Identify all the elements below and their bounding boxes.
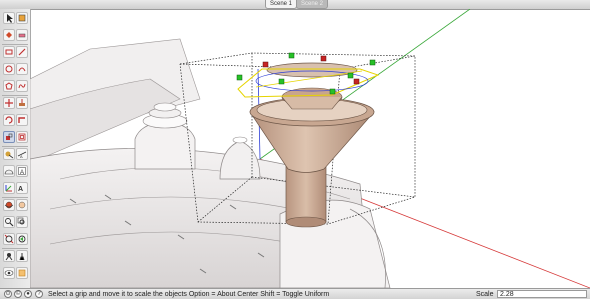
tool-tape-measure[interactable] — [3, 148, 15, 160]
follow-me-icon — [18, 117, 25, 123]
zoom-extents-icon — [4, 234, 14, 244]
orbit-icon — [4, 201, 14, 209]
credits-icon[interactable]: © — [14, 290, 22, 298]
section-plane-icon — [18, 269, 26, 277]
tool-section-plane[interactable] — [16, 267, 28, 279]
user-icon[interactable]: ● — [24, 290, 32, 298]
make-component-icon — [18, 14, 26, 22]
tool-orbit[interactable] — [3, 199, 15, 211]
svg-text:A: A — [18, 186, 23, 193]
scale-grip[interactable] — [347, 72, 354, 79]
measurements-label: Scale — [476, 291, 494, 298]
locomotive-model[interactable] — [30, 38, 391, 288]
svg-text:A: A — [20, 154, 23, 159]
look-around-icon — [4, 270, 14, 276]
tool-look-around[interactable] — [3, 267, 15, 279]
tool-3d-text[interactable]: A — [16, 182, 28, 194]
toolbar-divider — [2, 248, 28, 249]
walk-icon — [19, 253, 25, 261]
tool-zoom-window[interactable] — [16, 216, 28, 228]
tab-scene-2[interactable]: Scene 2 — [296, 0, 329, 9]
tool-paint-bucket[interactable] — [3, 29, 15, 41]
tool-freehand[interactable] — [16, 80, 28, 92]
circle-icon — [5, 65, 13, 73]
rotate-icon — [5, 116, 13, 124]
measurements-field[interactable]: 2.28 — [497, 290, 587, 298]
viewport-canvas[interactable] — [30, 9, 590, 288]
svg-text:A: A — [20, 170, 24, 176]
select-arrow-icon — [7, 14, 13, 23]
tool-walk[interactable] — [16, 250, 28, 262]
scale-grip[interactable] — [329, 88, 336, 95]
tool-protractor[interactable] — [3, 165, 15, 177]
tool-rectangle[interactable] — [3, 46, 15, 58]
previous-view-icon — [18, 235, 26, 243]
tool-axes[interactable] — [3, 182, 15, 194]
tab-scene-1[interactable]: Scene 1 — [265, 0, 298, 9]
protractor-icon — [4, 169, 14, 175]
tape-measure-icon — [5, 151, 14, 159]
scale-grip[interactable] — [278, 78, 285, 85]
eraser-icon — [18, 33, 26, 38]
tool-follow-me[interactable] — [16, 114, 28, 126]
status-bar: ⊙ © ● ? Select a grip and move it to sca… — [0, 288, 590, 299]
tool-offset[interactable] — [16, 131, 28, 143]
tool-dimension[interactable]: A — [16, 148, 28, 160]
toolbar-divider — [2, 95, 28, 96]
model-viewport[interactable] — [30, 9, 590, 288]
freehand-icon — [18, 83, 26, 89]
zoom-window-icon — [17, 217, 25, 225]
tool-line-pencil[interactable] — [16, 46, 28, 58]
position-camera-icon — [5, 253, 13, 261]
toolbar-divider — [2, 146, 28, 147]
status-hint-text: Select a grip and move it to scale the o… — [48, 291, 330, 298]
push-pull-icon — [19, 99, 25, 106]
tool-pan[interactable] — [16, 199, 28, 211]
scale-grip[interactable] — [369, 59, 376, 66]
zoom-icon — [5, 218, 14, 227]
rectangle-icon — [5, 49, 13, 55]
tool-zoom[interactable] — [3, 216, 15, 228]
tool-move[interactable] — [3, 97, 15, 109]
tool-select-arrow[interactable] — [3, 12, 15, 24]
line-pencil-icon — [18, 48, 26, 56]
toolbar-divider — [2, 197, 28, 198]
pan-icon — [18, 201, 26, 209]
move-icon — [5, 99, 13, 107]
tool-polygon[interactable] — [3, 80, 15, 92]
tool-push-pull[interactable] — [16, 97, 28, 109]
geo-location-icon[interactable]: ⊙ — [4, 290, 12, 298]
tool-make-component[interactable] — [16, 12, 28, 24]
scale-icon — [6, 133, 13, 140]
scale-grip[interactable] — [320, 55, 327, 62]
dimension-icon: A — [17, 151, 27, 159]
scale-grip[interactable] — [288, 52, 295, 59]
tool-zoom-extents[interactable] — [3, 233, 15, 245]
scale-grip[interactable] — [262, 61, 269, 68]
toolbar-divider — [2, 44, 28, 45]
polygon-icon — [5, 82, 13, 90]
scale-grip[interactable] — [353, 78, 360, 85]
axes-icon — [5, 185, 12, 192]
paint-bucket-icon — [6, 32, 12, 38]
text-icon: A — [18, 167, 26, 176]
tool-scale[interactable] — [3, 131, 15, 143]
help-icon[interactable]: ? — [35, 290, 43, 298]
tool-rotate[interactable] — [3, 114, 15, 126]
arc-icon — [18, 67, 26, 72]
tool-eraser[interactable] — [16, 29, 28, 41]
scale-grip[interactable] — [236, 74, 243, 81]
tool-palette: A A A — [0, 9, 31, 288]
tool-arc[interactable] — [16, 63, 28, 75]
tool-position-camera[interactable] — [3, 250, 15, 262]
3d-text-icon: A — [18, 186, 23, 193]
offset-icon — [18, 133, 26, 141]
tool-text[interactable]: A — [16, 165, 28, 177]
tool-circle[interactable] — [3, 63, 15, 75]
tool-previous-view[interactable] — [16, 233, 28, 245]
